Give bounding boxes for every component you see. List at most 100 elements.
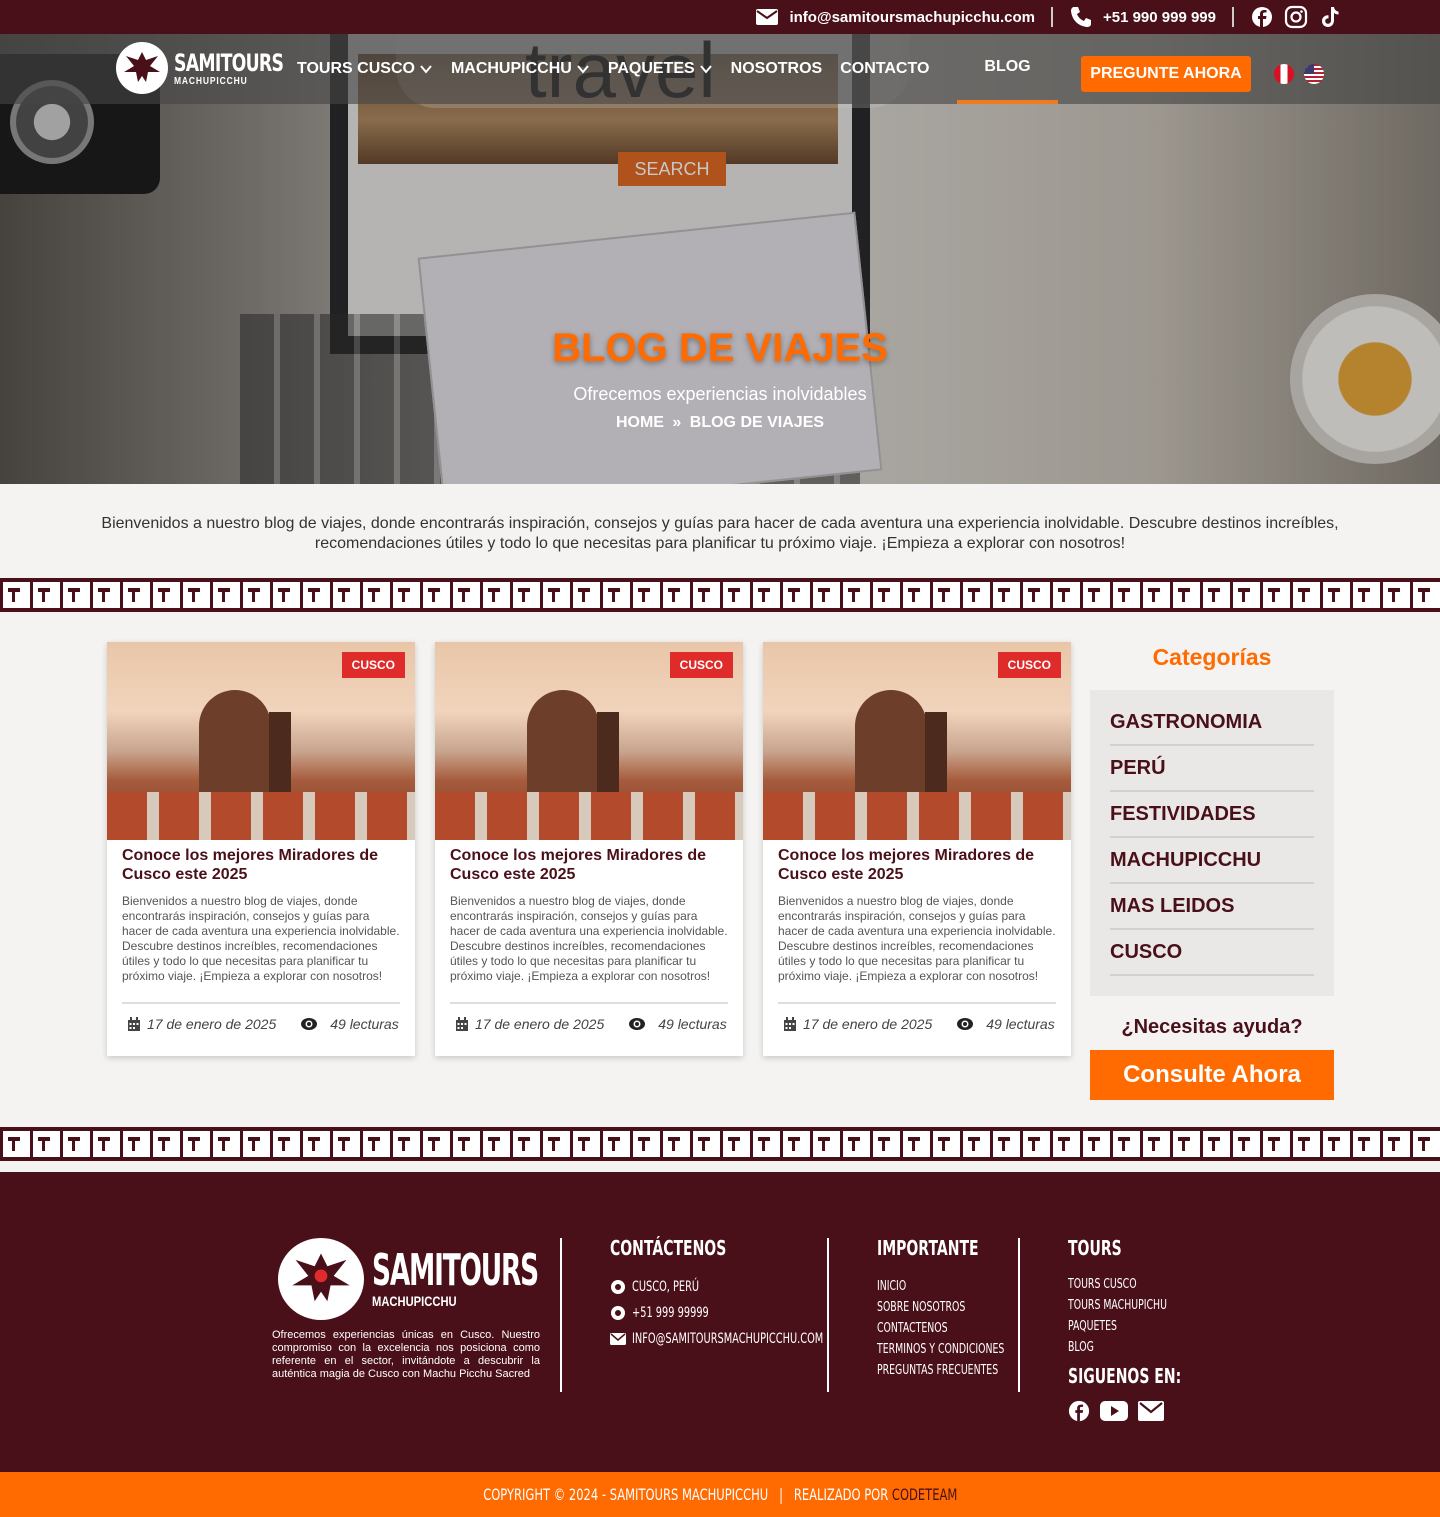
top-bar: info@samitoursmachupicchu.com +51 990 99… — [0, 0, 1440, 34]
footer-link[interactable]: PAQUETES — [1068, 1316, 1167, 1337]
chevron-down-icon — [420, 65, 432, 74]
footer-link[interactable]: BLOG — [1068, 1337, 1167, 1358]
footer-contact-list: CUSCO, PERÚ +51 999 99999 INFO@SAMITOURS… — [610, 1274, 905, 1352]
consult-now-button[interactable]: Consulte Ahora — [1090, 1050, 1334, 1100]
nav-links: TOURS CUSCO MACHUPICCHU PAQUETES NOSOTRO… — [297, 34, 929, 104]
topbar-phone-text: +51 990 999 999 — [1102, 8, 1216, 26]
mail-icon[interactable] — [1138, 1400, 1164, 1422]
categories-list: GASTRONOMIA PERÚ FESTIVIDADES MACHUPICCH… — [1090, 690, 1334, 996]
post-meta: 17 de enero de 2025 49 lecturas — [107, 1004, 415, 1032]
footer-link[interactable]: SOBRE NOSOTROS — [877, 1297, 1004, 1318]
topbar-divider — [1050, 7, 1053, 27]
nav-item-blog-active[interactable]: BLOG — [957, 34, 1058, 104]
facebook-icon[interactable] — [1068, 1400, 1090, 1422]
category-item[interactable]: MACHUPICCHU — [1110, 838, 1314, 884]
nav-item-paquetes[interactable]: PAQUETES — [608, 60, 713, 78]
footer-link[interactable]: TOURS MACHUPICHU — [1068, 1295, 1167, 1316]
category-item[interactable]: CUSCO — [1110, 930, 1314, 976]
instagram-icon[interactable] — [1284, 5, 1308, 29]
post-meta: 17 de enero de 2025 49 lecturas — [763, 1004, 1071, 1032]
condor-logo-icon — [116, 42, 168, 94]
categories-title: Categorías — [1152, 644, 1272, 670]
site-logo[interactable]: SAMITOURS MACHUPICCHU — [116, 42, 326, 94]
codeteam-link[interactable]: CODETEAM — [892, 1485, 957, 1504]
usa-flag-icon[interactable] — [1304, 64, 1324, 84]
mail-icon — [610, 1333, 626, 1345]
peru-flag-icon[interactable] — [1274, 64, 1294, 84]
footer-link[interactable]: TOURS CUSCO — [1068, 1274, 1167, 1295]
footer-link[interactable]: TERMINOS Y CONDICIONES — [877, 1339, 1004, 1360]
cusco-plaza-image: CUSCO — [763, 642, 1071, 840]
category-badge[interactable]: CUSCO — [341, 652, 405, 678]
footer-email[interactable]: INFO@SAMITOURSMACHUPICCHU.COM — [610, 1326, 905, 1352]
topbar-email-text: info@samitoursmachupicchu.com — [789, 8, 1035, 26]
footer-phone-text: +51 999 99999 — [632, 1305, 709, 1321]
footer-important-links: INICIO SOBRE NOSOTROS CONTACTENOS TERMIN… — [877, 1276, 1004, 1381]
footer-logo-brand: SAMITOURS — [372, 1245, 539, 1296]
help-heading: ¿Necesitas ayuda? — [1121, 1016, 1303, 1038]
calendar-icon — [456, 1016, 468, 1031]
greek-key-border — [0, 1127, 1440, 1161]
post-excerpt: Bienvenidos a nuestro blog de viajes, do… — [450, 894, 728, 983]
category-item[interactable]: MAS LEIDOS — [1110, 884, 1314, 930]
footer-divider — [827, 1238, 829, 1392]
footer-link[interactable]: INICIO — [877, 1276, 1004, 1297]
phone-icon — [1070, 7, 1091, 27]
footer-divider — [1018, 1238, 1020, 1392]
eye-icon — [301, 1018, 318, 1030]
footer-link[interactable]: PREGUNTAS FRECUENTES — [877, 1360, 1004, 1381]
mail-icon — [756, 9, 779, 25]
breadcrumb-home[interactable]: HOME — [616, 414, 664, 431]
location-pin-icon — [611, 1280, 625, 1294]
footer-important-title: IMPORTANTE — [877, 1236, 979, 1260]
breadcrumb-separator: » — [672, 414, 682, 431]
breadcrumb: HOME » BLOG DE VIAJES — [0, 414, 1440, 432]
tiktok-icon[interactable] — [1318, 5, 1342, 29]
footer-link[interactable]: CONTACTENOS — [877, 1318, 1004, 1339]
category-item[interactable]: PERÚ — [1110, 746, 1314, 792]
site-footer: SAMITOURS MACHUPICCHU Ofrecemos experien… — [0, 1172, 1440, 1472]
post-title[interactable]: Conoce los mejores Miradores de Cusco es… — [435, 840, 743, 894]
nav-item-nosotros[interactable]: NOSOTROS — [731, 60, 823, 78]
post-title[interactable]: Conoce los mejores Miradores de Cusco es… — [763, 840, 1071, 894]
blog-card[interactable]: CUSCO Conoce los mejores Miradores de Cu… — [107, 642, 415, 1056]
nav-item-tours-cusco[interactable]: TOURS CUSCO — [297, 60, 433, 78]
category-badge[interactable]: CUSCO — [669, 652, 733, 678]
logo-brand: SAMITOURS — [174, 48, 284, 77]
post-reads: 49 lecturas — [330, 1016, 399, 1032]
footer-phone[interactable]: +51 999 99999 — [610, 1300, 905, 1326]
copyright-text: COPYRIGHT © 2024 - SAMITOURS MACHUPICCHU — [482, 1485, 768, 1504]
footer-location: CUSCO, PERÚ — [610, 1274, 905, 1300]
youtube-icon[interactable] — [1100, 1400, 1128, 1422]
category-item[interactable]: GASTRONOMIA — [1110, 700, 1314, 746]
eye-icon — [629, 1018, 646, 1030]
footer-tours-links: TOURS CUSCO TOURS MACHUPICHU PAQUETES BL… — [1068, 1274, 1167, 1358]
topbar-email[interactable]: info@samitoursmachupicchu.com — [755, 5, 1035, 29]
nav-item-machupicchu[interactable]: MACHUPICCHU — [451, 60, 590, 78]
blog-card[interactable]: CUSCO Conoce los mejores Miradores de Cu… — [435, 642, 743, 1056]
condor-logo-icon — [278, 1238, 364, 1320]
nav-item-label: TOURS CUSCO — [297, 60, 415, 77]
post-excerpt: Bienvenidos a nuestro blog de viajes, do… — [778, 894, 1056, 983]
blog-card[interactable]: CUSCO Conoce los mejores Miradores de Cu… — [763, 642, 1071, 1056]
nav-item-label: NOSOTROS — [730, 60, 823, 77]
nav-item-contacto[interactable]: CONTACTO — [840, 60, 929, 78]
post-title[interactable]: Conoce los mejores Miradores de Cusco es… — [107, 840, 415, 894]
location-pin-icon — [611, 1306, 625, 1320]
footer-divider — [560, 1238, 562, 1392]
calendar-icon — [784, 1016, 796, 1031]
category-item[interactable]: FESTIVIDADES — [1110, 792, 1314, 838]
nav-item-label: CONTACTO — [840, 60, 930, 77]
footer-social — [1068, 1400, 1164, 1422]
post-date: 17 de enero de 2025 — [147, 1016, 277, 1032]
category-badge[interactable]: CUSCO — [997, 652, 1061, 678]
footer-location-text: CUSCO, PERÚ — [632, 1279, 700, 1295]
copyright-separator: | — [778, 1485, 783, 1504]
post-reads: 49 lecturas — [986, 1016, 1055, 1032]
post-date: 17 de enero de 2025 — [475, 1016, 605, 1032]
ask-now-button[interactable]: PREGUNTE AHORA — [1081, 56, 1251, 92]
footer-logo[interactable]: SAMITOURS MACHUPICCHU — [278, 1238, 649, 1320]
facebook-icon[interactable] — [1250, 5, 1274, 29]
calendar-icon — [128, 1016, 140, 1031]
topbar-phone[interactable]: +51 990 999 999 — [1069, 5, 1216, 29]
